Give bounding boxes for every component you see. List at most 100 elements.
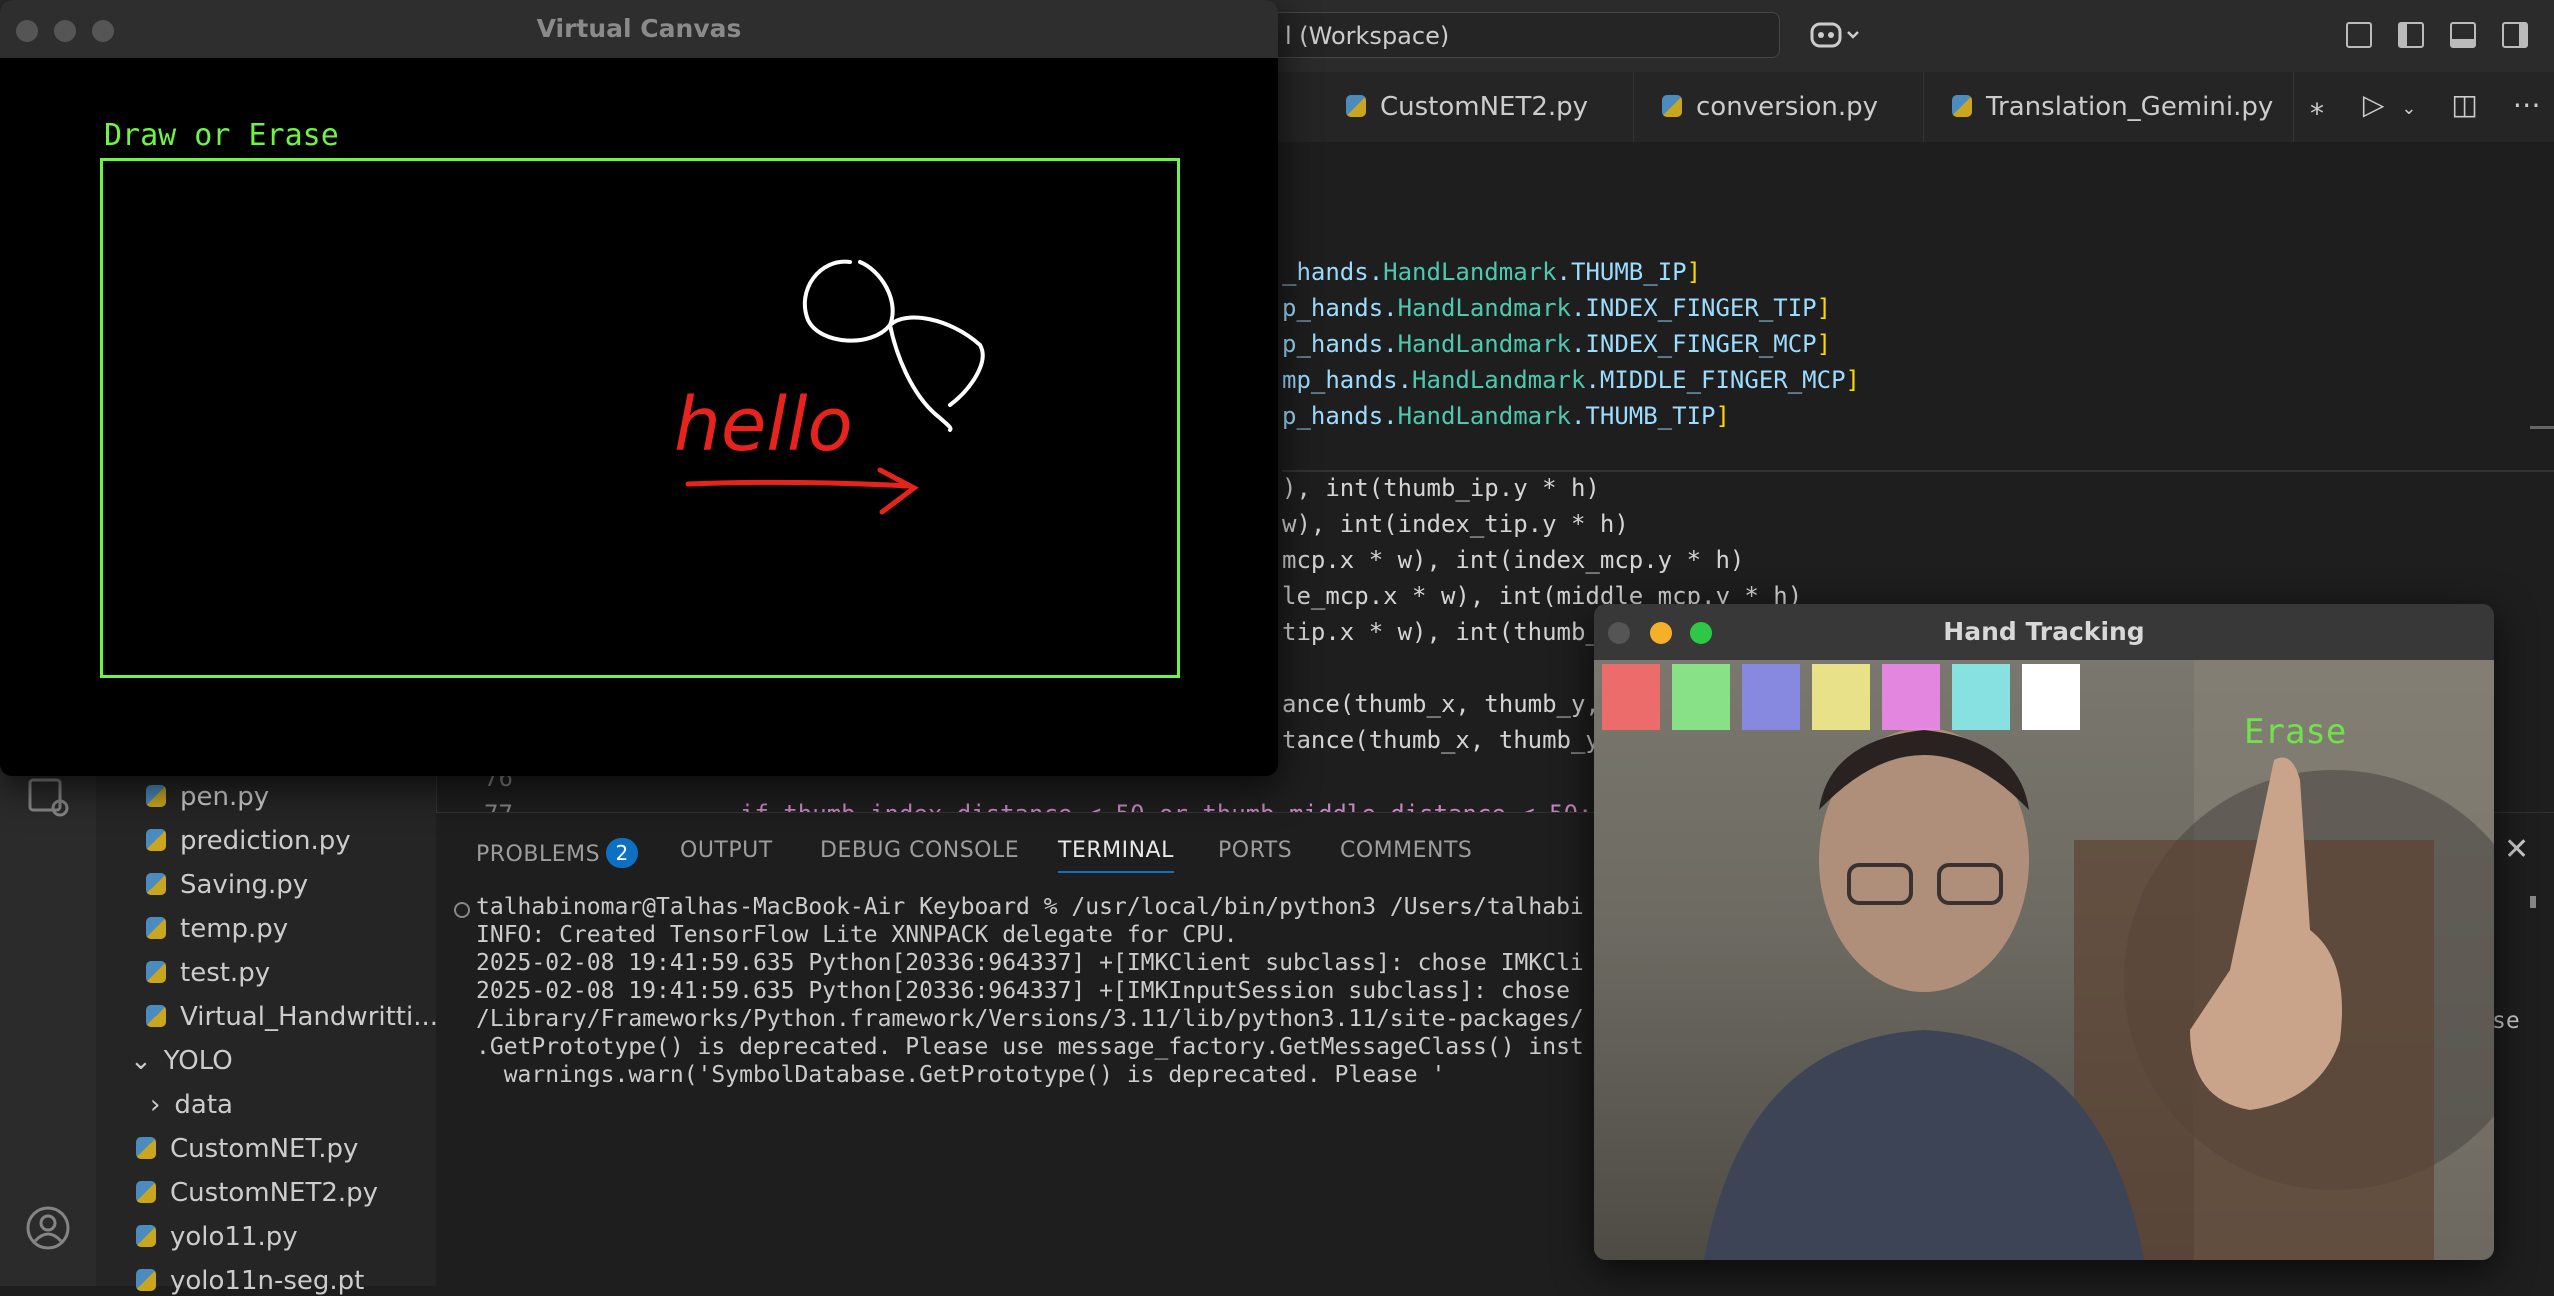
terminal-line: warnings.warn('SymbolDatabase.GetPrototy…	[476, 1062, 1446, 1088]
file-item[interactable]: CustomNET2.py	[136, 1178, 378, 1208]
close-window-button[interactable]	[1608, 622, 1630, 644]
terminal-line: INFO: Created TensorFlow Lite XNNPACK de…	[476, 922, 1238, 948]
file-label: CustomNET2.py	[170, 1178, 379, 1208]
python-file-icon	[146, 873, 166, 895]
python-file-icon	[136, 1137, 156, 1159]
camera-scene	[1704, 660, 2494, 1260]
python-file-icon	[136, 1225, 156, 1247]
file-label: prediction.py	[180, 826, 351, 856]
code-line: p_hands.HandLandmark.THUMB_TIP]	[1282, 402, 1730, 430]
file-label: yolo11.py	[170, 1222, 298, 1252]
run-dropdown-icon[interactable]: ⌄	[2401, 98, 2416, 119]
python-file-icon	[146, 785, 166, 807]
color-swatch[interactable]	[1602, 664, 1660, 730]
color-swatch[interactable]	[1882, 664, 1940, 730]
file-label: Virtual_Handwritti...	[180, 1002, 439, 1032]
folder-data[interactable]: › data	[150, 1090, 233, 1120]
file-item[interactable]: Saving.py	[146, 870, 308, 900]
terminal-scrollbar[interactable]	[2530, 896, 2536, 908]
remote-explorer-icon[interactable]	[24, 772, 72, 824]
color-swatch[interactable]	[1952, 664, 2010, 730]
toggle-primary-sidebar-icon[interactable]	[2398, 22, 2424, 48]
tab-problems[interactable]: PROBLEMS 2	[476, 838, 639, 868]
tab-label: conversion.py	[1696, 92, 1879, 122]
diff-icon[interactable]: ⁎	[2310, 88, 2324, 121]
file-label: CustomNET.py	[170, 1134, 359, 1164]
python-file-icon	[136, 1269, 156, 1291]
code-line: p_hands.HandLandmark.INDEX_FINGER_MCP]	[1282, 330, 1832, 358]
line-number: 77	[484, 800, 513, 812]
tab-terminal[interactable]: TERMINAL	[1058, 838, 1174, 873]
file-item[interactable]: temp.py	[146, 914, 288, 944]
tab-translation-gemini[interactable]: Translation_Gemini.py	[1924, 72, 2294, 142]
color-swatch[interactable]	[2022, 664, 2080, 730]
minimize-window-button[interactable]	[1650, 622, 1672, 644]
chevron-down-icon: ⌄	[130, 1046, 152, 1076]
file-item[interactable]: CustomNET.py	[136, 1134, 358, 1164]
terminal-status-icon	[454, 902, 470, 918]
chevron-right-icon: ›	[150, 1090, 161, 1120]
python-file-icon	[146, 1005, 166, 1027]
tab-debug-console[interactable]: DEBUG CONSOLE	[820, 838, 1019, 863]
maximize-window-button[interactable]	[1690, 622, 1712, 644]
terminal-line: .GetPrototype() is deprecated. Please us…	[476, 1034, 1584, 1060]
customize-layout-icon[interactable]	[2346, 22, 2372, 48]
tab-ports[interactable]: PORTS	[1218, 838, 1292, 863]
code-line: mcp.x * w), int(index_mcp.y * h)	[1282, 546, 1745, 574]
file-item[interactable]: Virtual_Handwritti...	[146, 1002, 438, 1032]
color-swatch[interactable]	[1742, 664, 1800, 730]
code-line: w), int(index_tip.y * h)	[1282, 510, 1629, 538]
hello-text: hello	[674, 382, 853, 468]
partial-code-line: if thumb_index_distance < 50 or thumb_mi…	[740, 800, 1593, 812]
camera-feed	[1594, 660, 2494, 1260]
python-file-icon	[1346, 95, 1366, 117]
tab-label: CustomNET2.py	[1380, 92, 1589, 122]
code-block-top: _hands.HandLandmark.THUMB_IP] p_hands.Han…	[1282, 258, 1860, 438]
split-editor-icon[interactable]: ◫	[2451, 88, 2477, 121]
file-item[interactable]: pen.py	[146, 782, 269, 812]
accounts-icon[interactable]	[24, 1204, 72, 1256]
toggle-secondary-sidebar-icon[interactable]	[2502, 22, 2528, 48]
tab-label: PROBLEMS	[476, 842, 601, 867]
file-label: temp.py	[180, 914, 289, 944]
command-center-search[interactable]: l (Workspace)	[1240, 12, 1780, 58]
folder-yolo[interactable]: ⌄ YOLO	[130, 1046, 233, 1076]
terminal-line: /Library/Frameworks/Python.framework/Ver…	[476, 1006, 1584, 1032]
color-swatch[interactable]	[1672, 664, 1730, 730]
color-swatch[interactable]	[1812, 664, 1870, 730]
tab-conversion[interactable]: conversion.py	[1634, 72, 1924, 142]
virtual-canvas-window: Virtual Canvas Draw or Erase hello	[0, 0, 1278, 776]
python-file-icon	[146, 917, 166, 939]
toggle-panel-icon[interactable]	[2450, 22, 2476, 48]
close-panel-icon[interactable]: ✕	[2504, 832, 2529, 867]
python-file-icon	[1952, 95, 1972, 117]
tab-comments[interactable]: COMMENTS	[1340, 838, 1472, 863]
editor-divider	[1282, 470, 2554, 472]
python-file-icon	[136, 1181, 156, 1203]
file-item[interactable]: yolo11n-seg.pt	[136, 1266, 364, 1296]
code-line: mp_hands.HandLandmark.MIDDLE_FINGER_MCP]	[1282, 366, 1860, 394]
hand-tracking-window: Hand Tracking Erase	[1594, 604, 2494, 1260]
folder-label: data	[174, 1090, 233, 1120]
run-icon[interactable]: ▷	[2363, 88, 2385, 121]
python-file-icon	[1662, 95, 1682, 117]
terminal-overflow-text: se	[2492, 1008, 2520, 1034]
arrow-stroke	[685, 467, 919, 515]
terminal-line: 2025-02-08 19:41:59.635 Python[20336:964…	[476, 978, 1570, 1004]
tab-label: Translation_Gemini.py	[1986, 92, 2274, 122]
editor-actions: ⁎ ▷ ⌄ ◫ ⋯	[2310, 88, 2541, 121]
python-file-icon	[146, 829, 166, 851]
code-line: ), int(thumb_ip.y * h)	[1282, 474, 1600, 502]
more-actions-icon[interactable]: ⋯	[2513, 88, 2541, 121]
window-title: Hand Tracking	[1594, 604, 2494, 660]
file-label: pen.py	[180, 782, 270, 812]
file-item[interactable]: yolo11.py	[136, 1222, 298, 1252]
tab-customnet2[interactable]: CustomNET2.py	[1318, 72, 1634, 142]
file-item[interactable]: prediction.py	[146, 826, 351, 856]
folder-label: YOLO	[163, 1046, 233, 1076]
drawing-strokes: hello	[674, 259, 985, 515]
copilot-icon[interactable]	[1808, 18, 1864, 54]
code-line: p_hands.HandLandmark.INDEX_FINGER_TIP]	[1282, 294, 1832, 322]
file-item[interactable]: test.py	[146, 958, 270, 988]
tab-output[interactable]: OUTPUT	[680, 838, 773, 863]
